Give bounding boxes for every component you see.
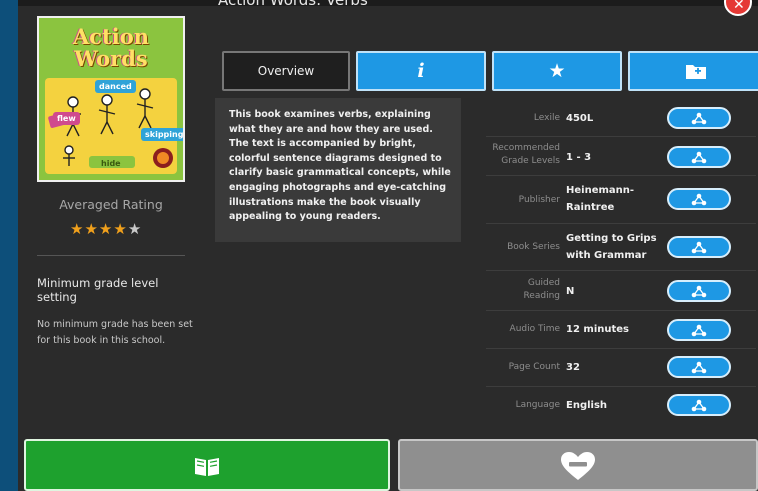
tab-overview[interactable]: Overview xyxy=(222,51,350,91)
grade-levels-link-button[interactable] xyxy=(667,146,731,168)
cover-illustration: flew danced skipping hide xyxy=(45,78,183,174)
info-icon: i xyxy=(417,60,425,82)
book-series-link-button[interactable] xyxy=(667,236,731,258)
network-icon xyxy=(691,324,707,337)
detail-value: Heinemann-Raintree xyxy=(566,185,635,213)
cover-label: danced xyxy=(95,80,136,93)
detail-value: 450L xyxy=(566,113,594,124)
network-icon xyxy=(691,193,707,206)
detail-label: Page Count xyxy=(508,362,560,372)
language-link-button[interactable] xyxy=(667,394,731,416)
network-icon xyxy=(691,151,707,164)
star-filled-icon: ★ xyxy=(84,220,99,238)
detail-row-audio-time: Audio Time 12 minutes xyxy=(486,311,756,349)
network-icon xyxy=(691,241,707,254)
page-count-link-button[interactable] xyxy=(667,356,731,378)
heart-minus-icon xyxy=(561,452,595,480)
star-filled-icon: ★ xyxy=(113,220,128,238)
lexile-link-button[interactable] xyxy=(667,107,731,129)
detail-label: Recommended Grade Levels xyxy=(492,143,560,166)
remove-favorite-button[interactable] xyxy=(398,439,758,491)
network-icon xyxy=(691,399,707,412)
read-book-button[interactable] xyxy=(24,439,390,491)
detail-label: Publisher xyxy=(518,195,560,205)
tab-info[interactable]: i xyxy=(356,51,486,91)
close-icon: ✕ xyxy=(733,0,745,13)
detail-row-publisher: Publisher Heinemann-Raintree xyxy=(486,176,756,224)
tab-favorite[interactable]: ★ xyxy=(492,51,622,91)
network-icon xyxy=(691,361,707,374)
detail-label: Language xyxy=(515,400,560,410)
detail-row-guided-reading: Guided Reading N xyxy=(486,271,756,311)
book-detail-panel: Action Words: Verbs ✕ Action Words flew … xyxy=(18,0,758,491)
close-button[interactable]: ✕ xyxy=(724,0,752,16)
detail-row-book-series: Book Series Getting to Grips with Gramma… xyxy=(486,224,756,271)
star-filled-icon: ★ xyxy=(98,220,114,238)
star-icon: ★ xyxy=(548,60,566,82)
book-title: Action Words: Verbs xyxy=(218,0,368,9)
audio-time-link-button[interactable] xyxy=(667,319,731,341)
detail-value: Getting to Grips with Grammar xyxy=(566,233,657,261)
detail-label: Guided Reading xyxy=(523,278,560,301)
detail-label: Lexile xyxy=(533,113,560,123)
detail-row-language: Language English xyxy=(486,387,756,425)
min-grade-text: No minimum grade has been set for this b… xyxy=(37,319,193,346)
network-icon xyxy=(691,112,707,125)
min-grade-heading: Minimum grade level setting xyxy=(37,276,159,304)
detail-value: 12 minutes xyxy=(566,324,629,335)
open-book-icon xyxy=(195,458,219,476)
star-empty-icon: ★ xyxy=(127,220,143,238)
detail-value: English xyxy=(566,400,608,411)
rating-stars: ★★★★★ xyxy=(70,220,142,238)
title-bar xyxy=(18,0,758,6)
detail-label: Book Series xyxy=(507,242,560,252)
divider xyxy=(37,255,185,256)
publisher-link-button[interactable] xyxy=(667,188,731,210)
detail-row-page-count: Page Count 32 xyxy=(486,349,756,387)
averaged-rating-label: Averaged Rating xyxy=(59,197,163,212)
cover-label: skipping xyxy=(141,128,183,141)
star-filled-icon: ★ xyxy=(70,220,85,238)
detail-label: Audio Time xyxy=(509,324,560,334)
book-description: This book examines verbs, explaining wha… xyxy=(215,98,461,242)
book-cover: Action Words flew danced skipping hide xyxy=(37,16,185,182)
cover-label: hide xyxy=(101,159,121,168)
tab-add-to-folder[interactable] xyxy=(628,51,758,91)
network-icon xyxy=(691,285,707,298)
folder-add-icon xyxy=(686,65,706,79)
guided-reading-link-button[interactable] xyxy=(667,280,731,302)
cover-label: flew xyxy=(53,112,80,125)
detail-value: 1 - 3 xyxy=(566,152,592,163)
detail-row-grade-levels: Recommended Grade Levels 1 - 3 xyxy=(486,137,756,176)
detail-row-lexile: Lexile 450L xyxy=(486,100,756,137)
detail-value: 32 xyxy=(566,362,580,373)
detail-value: N xyxy=(566,286,575,297)
cover-title-line2: Words xyxy=(74,46,148,71)
